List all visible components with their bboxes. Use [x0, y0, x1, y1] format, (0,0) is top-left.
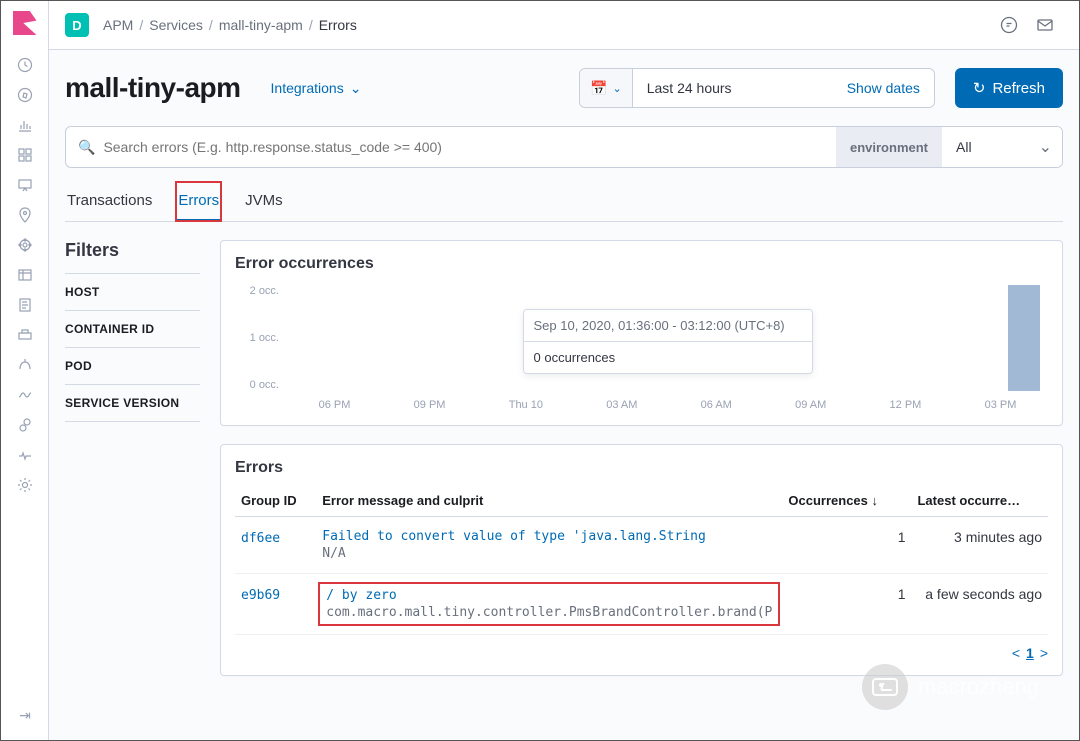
- tooltip-value: 0 occurrences: [524, 342, 812, 373]
- error-msg-cell: / by zero com.macro.mall.tiny.controller.…: [322, 586, 776, 622]
- chart-tooltip: Sep 10, 2020, 01:36:00 - 03:12:00 (UTC+8…: [523, 309, 813, 374]
- col-occurrences[interactable]: Occurrences ↓: [782, 485, 911, 517]
- filter-container[interactable]: CONTAINER ID: [65, 310, 200, 347]
- refresh-button[interactable]: ↻Refresh: [955, 68, 1063, 108]
- tabs: Transactions Errors JVMs: [65, 182, 1063, 222]
- tab-jvms[interactable]: JVMs: [243, 182, 285, 221]
- latest-occurrence: 3 minutes ago: [911, 517, 1048, 574]
- errors-panel: Errors Group ID Error message and culpri…: [220, 444, 1063, 676]
- error-culprit: N/A: [322, 546, 776, 561]
- nav-monitor-icon[interactable]: [9, 440, 41, 470]
- collapse-nav-icon[interactable]: ⇥: [1, 700, 49, 730]
- nav-maps-icon[interactable]: [9, 200, 41, 230]
- page-prev[interactable]: <: [1012, 645, 1020, 661]
- crumb-apm[interactable]: APM: [103, 17, 133, 33]
- chart-xaxis: 06 PM09 PMThu 1003 AM06 AM09 AM12 PM03 P…: [287, 399, 1048, 411]
- calendar-icon[interactable]: 📅 ⌄: [580, 69, 633, 107]
- errors-title: Errors: [235, 459, 1048, 477]
- table-row[interactable]: df6ee Failed to convert value of type 'ja…: [235, 517, 1048, 574]
- page-content: mall-tiny-apm Integrations⌄ 📅 ⌄ Last 24 …: [49, 50, 1079, 740]
- filter-version[interactable]: SERVICE VERSION: [65, 384, 200, 422]
- errors-table: Group ID Error message and culprit Occur…: [235, 485, 1048, 635]
- nav-canvas-icon[interactable]: [9, 170, 41, 200]
- filter-host[interactable]: HOST: [65, 273, 200, 310]
- tooltip-time: Sep 10, 2020, 01:36:00 - 03:12:00 (UTC+8…: [524, 310, 812, 342]
- environment-label: environment: [836, 127, 942, 167]
- top-bar: D APM/ Services/ mall-tiny-apm/ Errors: [49, 1, 1079, 50]
- nav-ml-icon[interactable]: [9, 230, 41, 260]
- kibana-logo-icon[interactable]: [13, 11, 37, 35]
- chevron-down-icon: ⌄: [350, 80, 362, 97]
- newsfeed-icon[interactable]: [991, 7, 1027, 43]
- pagination: < 1 >: [235, 645, 1048, 661]
- error-msg-cell: Failed to convert value of type 'java.la…: [322, 529, 776, 561]
- crumb-services[interactable]: Services: [149, 17, 203, 33]
- tab-errors[interactable]: Errors: [176, 182, 221, 221]
- search-icon: 🔍: [78, 139, 95, 156]
- occurrences-chart[interactable]: 2 occ. 1 occ. 0 occ. Sep 10, 2020, 01:36…: [235, 281, 1048, 411]
- occurrence-count: 1: [782, 574, 911, 635]
- nav-logs-icon[interactable]: [9, 290, 41, 320]
- space-selector[interactable]: D: [65, 13, 89, 37]
- occurrences-title: Error occurrences: [235, 255, 1048, 273]
- filters-panel: Filters HOST CONTAINER ID POD SERVICE VE…: [65, 240, 200, 676]
- nav-siem-icon[interactable]: [9, 380, 41, 410]
- occurrence-count: 1: [782, 517, 911, 574]
- nav-discover-icon[interactable]: [9, 80, 41, 110]
- page-next[interactable]: >: [1040, 645, 1048, 661]
- filter-pod[interactable]: POD: [65, 347, 200, 384]
- nav-recent-icon[interactable]: [9, 50, 41, 80]
- nav-management-icon[interactable]: [9, 470, 41, 500]
- search-input[interactable]: [103, 139, 824, 155]
- tab-transactions[interactable]: Transactions: [65, 182, 154, 221]
- page-title: mall-tiny-apm: [65, 72, 241, 104]
- integrations-menu[interactable]: Integrations⌄: [271, 80, 362, 97]
- date-range-label: Last 24 hours: [633, 80, 833, 96]
- crumb-service[interactable]: mall-tiny-apm: [219, 17, 303, 33]
- filters-heading: Filters: [65, 240, 200, 261]
- table-row[interactable]: e9b69 / by zero com.macro.mall.tiny.contro…: [235, 574, 1048, 635]
- latest-occurrence: a few seconds ago: [911, 574, 1048, 635]
- nav-metrics-icon[interactable]: [9, 260, 41, 290]
- col-latest[interactable]: Latest occurre…: [911, 485, 1048, 517]
- error-message[interactable]: / by zero: [326, 588, 772, 603]
- search-input-wrap: 🔍: [66, 139, 836, 156]
- group-id-link[interactable]: df6ee: [241, 531, 280, 546]
- page-current[interactable]: 1: [1026, 645, 1034, 661]
- col-groupid[interactable]: Group ID: [235, 485, 316, 517]
- group-id-link[interactable]: e9b69: [241, 588, 280, 603]
- nav-uptime-icon[interactable]: [9, 350, 41, 380]
- error-culprit: com.macro.mall.tiny.controller.PmsBrandC…: [326, 605, 772, 620]
- refresh-icon: ↻: [973, 79, 986, 97]
- mail-icon[interactable]: [1027, 7, 1063, 43]
- environment-select[interactable]: All: [942, 127, 1062, 167]
- col-message[interactable]: Error message and culprit: [316, 485, 782, 517]
- show-dates-link[interactable]: Show dates: [833, 80, 934, 96]
- nav-dev-icon[interactable]: [9, 410, 41, 440]
- crumb-current: Errors: [319, 17, 357, 33]
- date-picker[interactable]: 📅 ⌄ Last 24 hours Show dates: [579, 68, 935, 108]
- nav-apm-icon[interactable]: [9, 320, 41, 350]
- occurrences-panel: Error occurrences 2 occ. 1 occ. 0 occ. S…: [220, 240, 1063, 426]
- nav-dashboard-icon[interactable]: [9, 140, 41, 170]
- chart-bar: [1008, 285, 1040, 391]
- main-area: D APM/ Services/ mall-tiny-apm/ Errors m…: [49, 1, 1079, 740]
- sort-desc-icon: ↓: [872, 493, 879, 508]
- side-nav: ⇥: [1, 1, 49, 740]
- breadcrumb: APM/ Services/ mall-tiny-apm/ Errors: [103, 17, 357, 33]
- chart-yaxis: 2 occ. 1 occ. 0 occ.: [235, 281, 287, 411]
- nav-visualize-icon[interactable]: [9, 110, 41, 140]
- error-message[interactable]: Failed to convert value of type 'java.la…: [322, 529, 776, 544]
